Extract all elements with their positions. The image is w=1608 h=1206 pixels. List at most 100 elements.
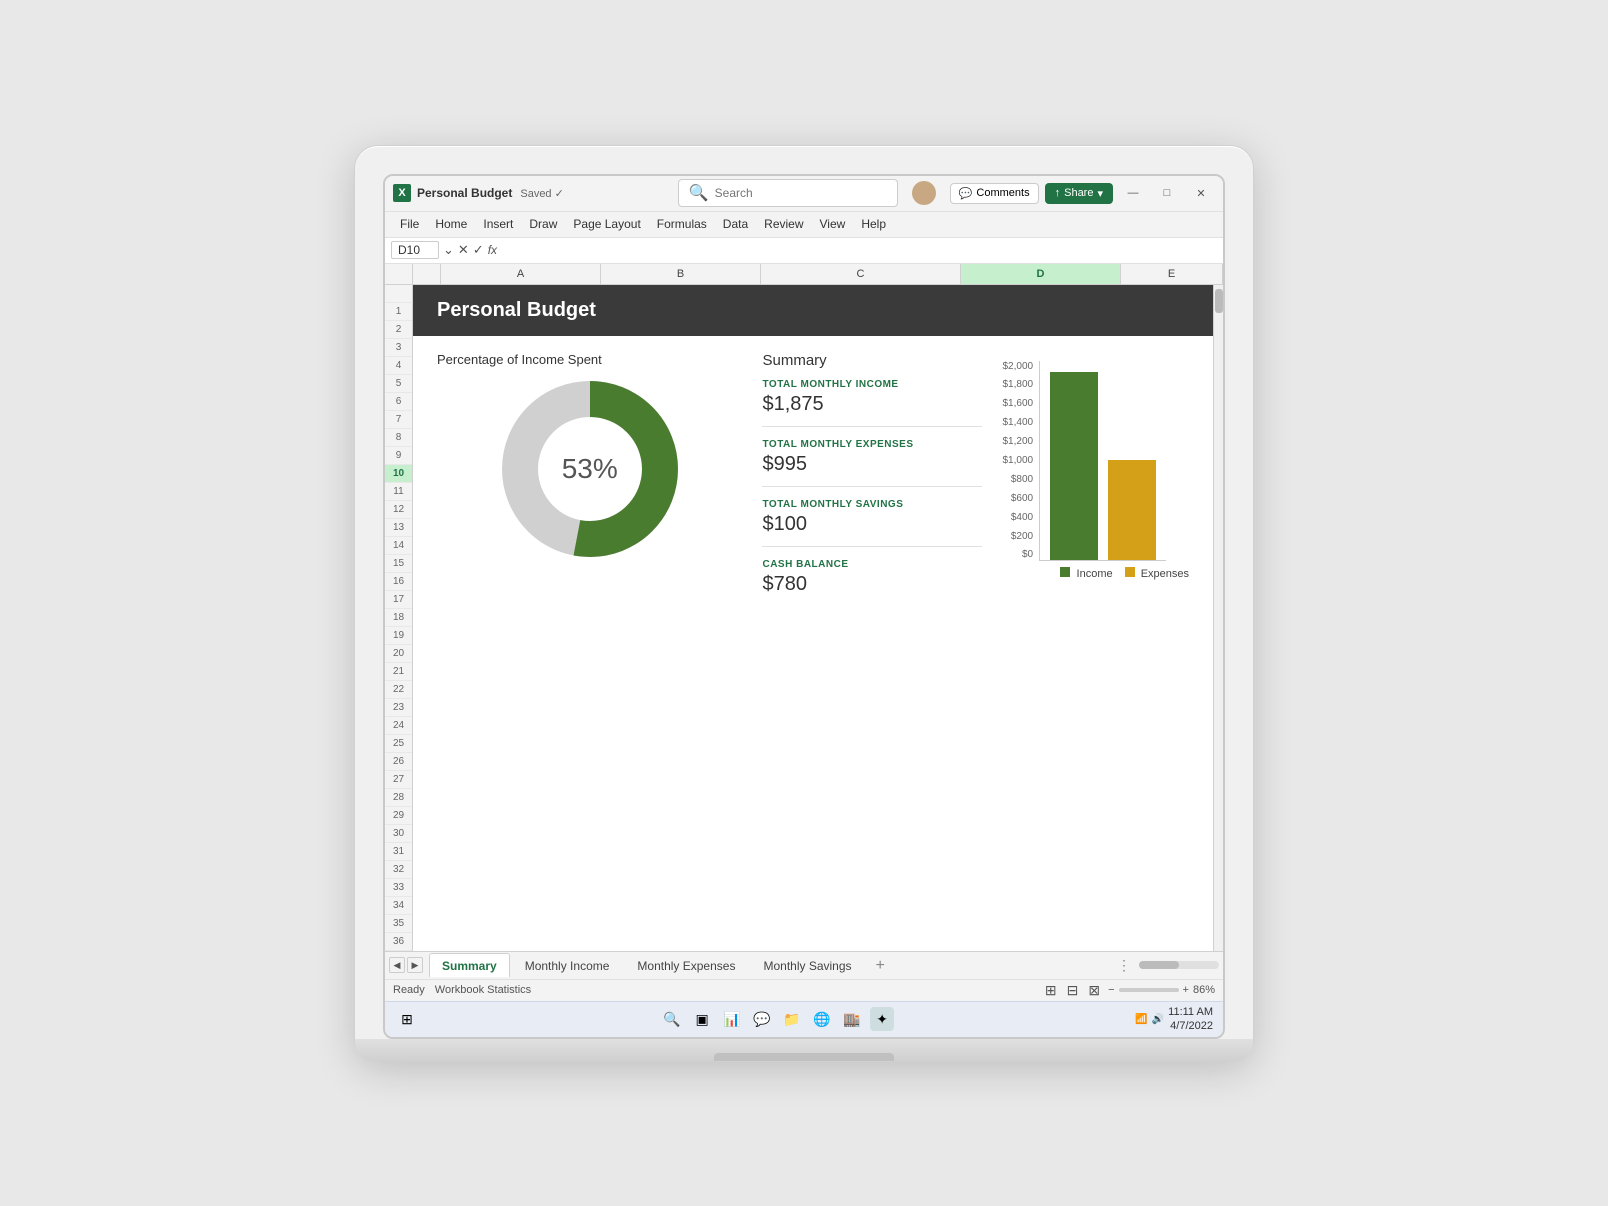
col-header-b[interactable]: B — [601, 264, 761, 284]
summary-item-balance: CASH BALANCE $780 — [762, 559, 982, 606]
row-24: 24 — [385, 717, 412, 735]
scrollbar-thumb-v[interactable] — [1215, 289, 1223, 313]
comments-icon: 💬 — [959, 187, 973, 200]
expenses-bar — [1108, 460, 1156, 560]
add-sheet-button[interactable]: + — [867, 953, 894, 977]
page-break-view-button[interactable]: ⊠ — [1086, 982, 1102, 999]
share-chevron-icon: ▾ — [1097, 187, 1103, 200]
y-label-1000: $1,000 — [1002, 455, 1033, 466]
donut-chart: 53% — [500, 379, 680, 559]
menu-data[interactable]: Data — [716, 215, 755, 233]
donut-section-title: Percentage of Income Spent — [437, 352, 742, 367]
taskbar-search-icon[interactable]: 🔍 — [660, 1007, 684, 1031]
taskbar-excel-icon[interactable]: ✦ — [870, 1007, 894, 1031]
row-22: 22 — [385, 681, 412, 699]
row-1: 1 — [385, 303, 412, 321]
row-23: 23 — [385, 699, 412, 717]
menu-view[interactable]: View — [813, 215, 853, 233]
share-button[interactable]: ↑ Share ▾ — [1045, 183, 1113, 204]
confirm-formula-icon[interactable]: ✓ — [473, 242, 484, 258]
tab-monthly-expenses[interactable]: Monthly Expenses — [624, 953, 748, 977]
tab-monthly-income[interactable]: Monthly Income — [512, 953, 623, 977]
maximize-button[interactable]: □ — [1153, 181, 1181, 205]
vertical-scrollbar[interactable] — [1213, 285, 1223, 951]
ready-status: Ready — [393, 984, 425, 996]
page-layout-view-button[interactable]: ⊟ — [1065, 982, 1081, 999]
cancel-formula-icon[interactable]: ✕ — [458, 242, 469, 258]
row-28: 28 — [385, 789, 412, 807]
tab-prev-button[interactable]: ◀ — [389, 957, 405, 973]
zoom-out-icon[interactable]: − — [1108, 984, 1114, 996]
sheet-tabs: ◀ ▶ Summary Monthly Income Monthly Expen… — [385, 951, 1223, 979]
minimize-button[interactable]: — — [1119, 181, 1147, 205]
col-header-a[interactable]: A — [441, 264, 601, 284]
zoom-in-icon[interactable]: + — [1183, 984, 1189, 996]
menu-draw[interactable]: Draw — [522, 215, 564, 233]
balance-value: $780 — [762, 573, 982, 596]
taskbar-task-view-icon[interactable]: ▣ — [690, 1007, 714, 1031]
search-box[interactable]: 🔍 — [678, 179, 898, 207]
row-7: 7 — [385, 411, 412, 429]
zoom-level: 86% — [1193, 984, 1215, 996]
menu-file[interactable]: File — [393, 215, 426, 233]
start-button[interactable]: ⊞ — [395, 1007, 419, 1031]
excel-icon: X — [393, 184, 411, 202]
row-25: 25 — [385, 735, 412, 753]
search-input[interactable] — [715, 186, 887, 200]
menu-help[interactable]: Help — [854, 215, 893, 233]
col-header-e[interactable]: E — [1121, 264, 1223, 284]
close-button[interactable]: ✕ — [1187, 181, 1215, 205]
workbook-stats[interactable]: Workbook Statistics — [435, 984, 531, 996]
cell-reference[interactable] — [391, 241, 439, 259]
row-36: 36 — [385, 933, 412, 951]
summary-item-expenses: TOTAL MONTHLY EXPENSES $995 — [762, 439, 982, 487]
menu-insert[interactable]: Insert — [476, 215, 520, 233]
taskbar-widgets-icon[interactable]: 📊 — [720, 1007, 744, 1031]
bar-chart-section: $2,000 $1,800 $1,600 $1,400 $1,200 $1,00… — [1002, 352, 1189, 618]
taskbar-teams-icon[interactable]: 💬 — [750, 1007, 774, 1031]
zoom-slider[interactable] — [1119, 988, 1179, 992]
menu-page-layout[interactable]: Page Layout — [566, 215, 647, 233]
menu-formulas[interactable]: Formulas — [650, 215, 714, 233]
insert-function-icon[interactable]: fx — [488, 243, 497, 257]
formula-input[interactable] — [501, 243, 1217, 257]
col-header-indicator — [413, 264, 441, 284]
income-value: $1,875 — [762, 393, 982, 416]
income-bar — [1050, 372, 1098, 560]
y-label-1200: $1,200 — [1002, 436, 1033, 447]
scrollbar-thumb-h[interactable] — [1139, 961, 1179, 969]
row-9: 9 — [385, 447, 412, 465]
row-5: 5 — [385, 375, 412, 393]
savings-value: $100 — [762, 513, 982, 536]
taskbar-store-icon[interactable]: 🏬 — [840, 1007, 864, 1031]
comments-button[interactable]: 💬 Comments — [950, 183, 1039, 204]
row-17: 17 — [385, 591, 412, 609]
col-header-d[interactable]: D — [961, 264, 1121, 284]
row-26: 26 — [385, 753, 412, 771]
row-3: 3 — [385, 339, 412, 357]
tab-monthly-savings[interactable]: Monthly Savings — [750, 953, 864, 977]
network-icon: 📶 — [1135, 1014, 1147, 1025]
taskbar-edge-icon[interactable]: 🌐 — [810, 1007, 834, 1031]
taskbar-time-display: 11:11 AM — [1168, 1005, 1213, 1019]
row-16: 16 — [385, 573, 412, 591]
tab-options-button[interactable]: ⋮ — [1111, 957, 1137, 974]
balance-label: CASH BALANCE — [762, 559, 982, 570]
col-header-c[interactable]: C — [761, 264, 961, 284]
normal-view-button[interactable]: ⊞ — [1043, 982, 1059, 999]
y-label-200: $200 — [1011, 531, 1033, 542]
chart-legend: Income Expenses — [1002, 567, 1189, 580]
tab-summary[interactable]: Summary — [429, 953, 510, 977]
tab-next-button[interactable]: ▶ — [407, 957, 423, 973]
window-title: Personal Budget — [417, 186, 512, 200]
row-14: 14 — [385, 537, 412, 555]
donut-container: 53% — [437, 379, 742, 559]
status-right: ⊞ ⊟ ⊠ − + 86% — [1043, 982, 1215, 999]
laptop-frame: X Personal Budget Saved ✓ 🔍 💬 Comments ↑… — [354, 145, 1254, 1062]
y-label-400: $400 — [1011, 512, 1033, 523]
taskbar-explorer-icon[interactable]: 📁 — [780, 1007, 804, 1031]
menu-home[interactable]: Home — [428, 215, 474, 233]
tab-navigation: ◀ ▶ — [389, 957, 423, 973]
menu-review[interactable]: Review — [757, 215, 810, 233]
laptop-screen: X Personal Budget Saved ✓ 🔍 💬 Comments ↑… — [383, 174, 1225, 1039]
